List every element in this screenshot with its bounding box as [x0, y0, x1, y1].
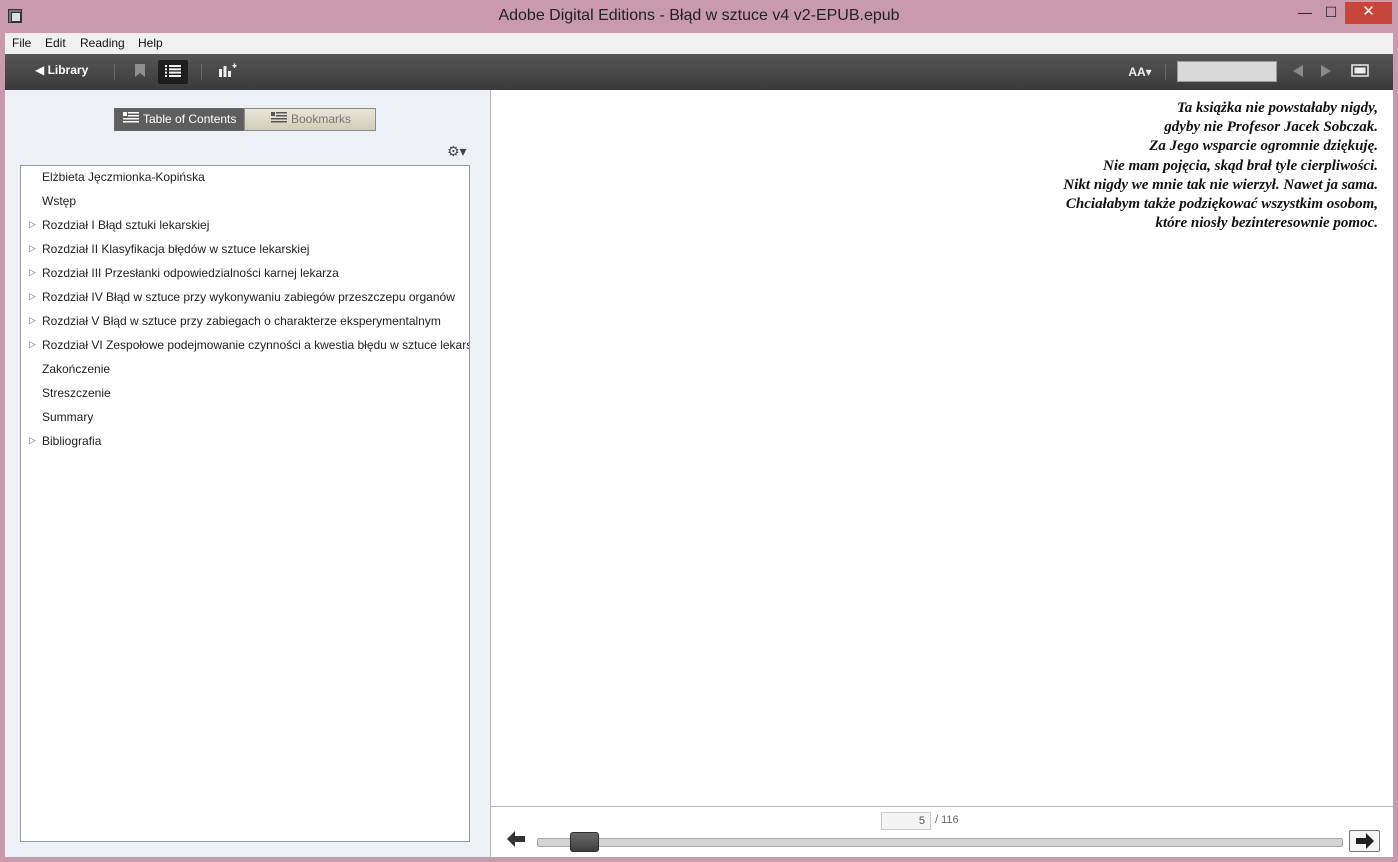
toc-item[interactable]: ▷ Rozdział V Błąd w sztuce przy zabiegach…: [21, 310, 469, 334]
toc-item[interactable]: ▷ Rozdział III Przesłanki odpowiedzialnoś…: [21, 262, 469, 286]
menu-file[interactable]: File: [12, 36, 31, 50]
text-line: Chciałabym także podziękować wszystkim o…: [1065, 196, 1378, 213]
toc-item[interactable]: ▷ Rozdział I Błąd sztuki lekarskiej: [21, 214, 469, 238]
back-arrow-icon[interactable]: [507, 831, 525, 852]
expand-arrow-icon[interactable]: ▷: [29, 291, 36, 302]
toc-item-label: Rozdział VI Zespołowe podejmowanie czynn…: [42, 338, 469, 352]
toc-item-label: Zakończenie: [42, 362, 111, 376]
next-result-icon[interactable]: [1311, 60, 1341, 84]
page-content: Ta książka nie powstałaby nigdy, gdyby ni…: [1063, 99, 1378, 233]
gear-icon[interactable]: ⚙▾: [447, 143, 467, 160]
toc-item-label: Rozdział II Klasyfikacja błędów w sztuce…: [42, 242, 310, 256]
previous-result-icon[interactable]: [1283, 60, 1313, 84]
toc-item-label: Rozdział V Błąd w sztuce przy zabiegach …: [42, 314, 441, 328]
pager-bar: 5 / 116: [491, 806, 1393, 857]
toc-item[interactable]: Elżbieta Jęczmionka-Kopińska: [21, 166, 469, 190]
expand-arrow-icon[interactable]: ▷: [29, 219, 36, 230]
toc-item[interactable]: ▷ Rozdział VI Zespołowe podejmowanie czyn…: [21, 334, 469, 358]
library-button[interactable]: ◀ Library: [35, 63, 88, 77]
toc-item-label: Rozdział IV Błąd w sztuce przy wykonywan…: [42, 290, 455, 304]
toolbar-separator: [114, 64, 115, 80]
expand-arrow-icon[interactable]: ▷: [29, 315, 36, 326]
title-bar: Adobe Digital Editions - Błąd w sztuce v…: [0, 0, 1398, 33]
toc-item[interactable]: Streszczenie: [21, 382, 469, 406]
close-button[interactable]: ✕: [1345, 2, 1392, 24]
toc-item-label: Rozdział III Przesłanki odpowiedzialnośc…: [42, 266, 339, 280]
stats-icon[interactable]: [213, 60, 243, 84]
text-line: gdyby nie Profesor Jacek Sobczak.: [1164, 119, 1378, 136]
expand-arrow-icon[interactable]: ▷: [29, 267, 36, 278]
toc-item-label: Streszczenie: [42, 386, 111, 400]
toc-item-label: Rozdział I Błąd sztuki lekarskiej: [42, 218, 210, 232]
text-line: Ta książka nie powstałaby nigdy,: [1177, 100, 1378, 116]
toc-item[interactable]: ▷ Rozdział II Klasyfikacja błędów w sztuc…: [21, 238, 469, 262]
tab-bookmarks[interactable]: Bookmarks: [244, 108, 376, 131]
page-slider-track[interactable]: [537, 838, 1343, 847]
search-input[interactable]: [1177, 61, 1277, 82]
toc-item-label: Summary: [42, 410, 94, 424]
tab-table-of-contents[interactable]: Table of Contents: [114, 108, 244, 131]
expand-arrow-icon[interactable]: ▷: [29, 339, 36, 350]
toolbar: ◀ Library AA▾: [5, 54, 1393, 90]
bookmarks-icon: [271, 110, 287, 131]
toc-item[interactable]: Summary: [21, 406, 469, 430]
navigation-panel: Table of Contents Bookmarks ⚙▾ Elżbieta …: [5, 90, 491, 857]
text-line: które niosły bezinteresownie pomoc.: [1155, 215, 1379, 232]
font-size-button[interactable]: AA▾: [1125, 60, 1155, 84]
toc-item-label: Elżbieta Jęczmionka-Kopińska: [42, 170, 205, 184]
maximize-button[interactable]: ☐: [1316, 2, 1346, 24]
fullscreen-icon[interactable]: [1345, 60, 1375, 84]
expand-arrow-icon[interactable]: ▷: [29, 243, 36, 254]
tab-bookmarks-label: Bookmarks: [291, 112, 352, 126]
text-line: Nie mam pojęcia, skąd brał tyle cierpliw…: [1103, 157, 1378, 174]
menu-bar: File Edit Reading Help: [5, 33, 1393, 54]
toc-item[interactable]: ▷ Bibliografia: [21, 430, 469, 454]
bookmark-icon[interactable]: [125, 60, 155, 84]
menu-help[interactable]: Help: [138, 36, 163, 50]
toc-item[interactable]: Zakończenie: [21, 358, 469, 382]
toc-item[interactable]: Wstęp: [21, 190, 469, 214]
reading-pane[interactable]: Ta książka nie powstałaby nigdy, gdyby ni…: [491, 90, 1393, 806]
toc-item-label: Wstęp: [42, 194, 77, 208]
toolbar-separator: [1165, 64, 1166, 80]
text-line: Za Jego wsparcie ogromnie dziękuję.: [1149, 138, 1378, 155]
toolbar-separator: [201, 64, 202, 80]
toc-item-label: Bibliografia: [42, 434, 102, 448]
toc-item[interactable]: ▷ Rozdział IV Błąd w sztuce przy wykonywa…: [21, 286, 469, 310]
forward-arrow-icon[interactable]: [1349, 830, 1380, 852]
tab-toc-label: Table of Contents: [143, 112, 237, 126]
page-total: / 116: [935, 814, 959, 826]
toc-icon: [123, 110, 139, 131]
menu-reading[interactable]: Reading: [80, 36, 125, 50]
menu-edit[interactable]: Edit: [45, 36, 66, 50]
list-icon[interactable]: [158, 60, 188, 84]
window-title: Adobe Digital Editions - Błąd w sztuce v…: [498, 7, 900, 24]
page-slider-thumb[interactable]: [570, 832, 600, 852]
toc-list: Elżbieta Jęczmionka-Kopińska Wstęp ▷ Rozdzi…: [20, 165, 470, 842]
expand-arrow-icon[interactable]: ▷: [29, 435, 36, 446]
page-number-input[interactable]: 5: [881, 812, 931, 830]
text-line: Nikt nigdy we mnie tak nie wierzył. Nawe…: [1063, 176, 1378, 193]
